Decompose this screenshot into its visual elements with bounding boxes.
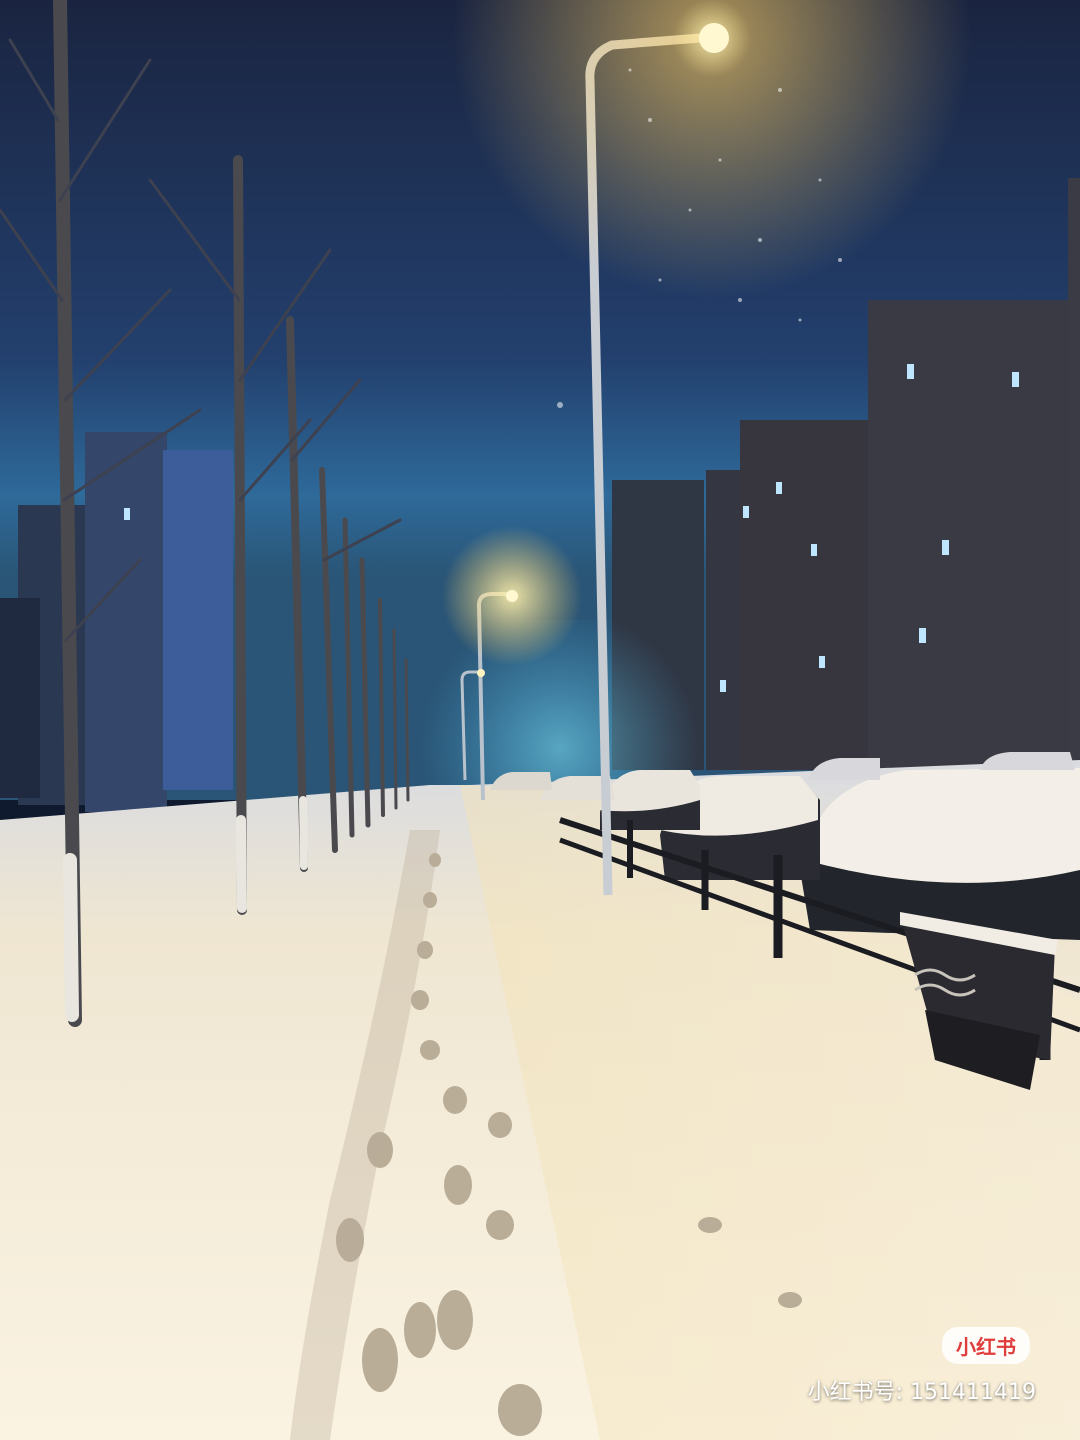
xiaohongshu-id: 小红书号: 151411419 xyxy=(807,1380,1036,1405)
photo-illustration xyxy=(0,0,1080,1440)
snowy-street-photo: 小红书 小红书号: 151411419 xyxy=(0,0,1080,1440)
watermark: 小红书 小红书号: 151411419 xyxy=(808,1327,1036,1406)
xiaohongshu-logo: 小红书 xyxy=(942,1327,1030,1364)
